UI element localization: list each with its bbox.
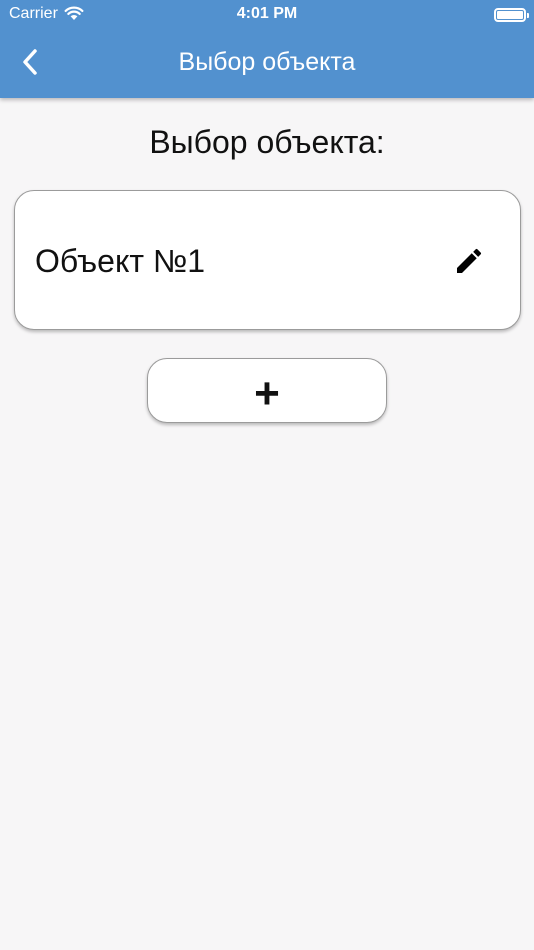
object-name: Объект №1	[35, 243, 205, 279]
app-header: Carrier 4:01 PM Выбор объекта	[0, 0, 534, 98]
status-time: 4:01 PM	[236, 5, 298, 22]
nav-title: Выбор объекта	[178, 48, 356, 76]
add-object-button[interactable]: +	[147, 358, 387, 423]
battery-icon	[494, 8, 529, 22]
edit-object-button[interactable]	[447, 239, 491, 283]
object-card[interactable]: Объект №1	[14, 190, 521, 330]
nav-bar: Выбор объекта	[0, 28, 534, 98]
pencil-icon	[457, 248, 482, 273]
screen: Carrier 4:01 PM Выбор объекта Выбор объе…	[0, 0, 534, 950]
add-label: +	[254, 368, 280, 418]
page-heading: Выбор объекта:	[149, 124, 385, 160]
status-bar: Carrier 4:01 PM	[0, 0, 534, 28]
